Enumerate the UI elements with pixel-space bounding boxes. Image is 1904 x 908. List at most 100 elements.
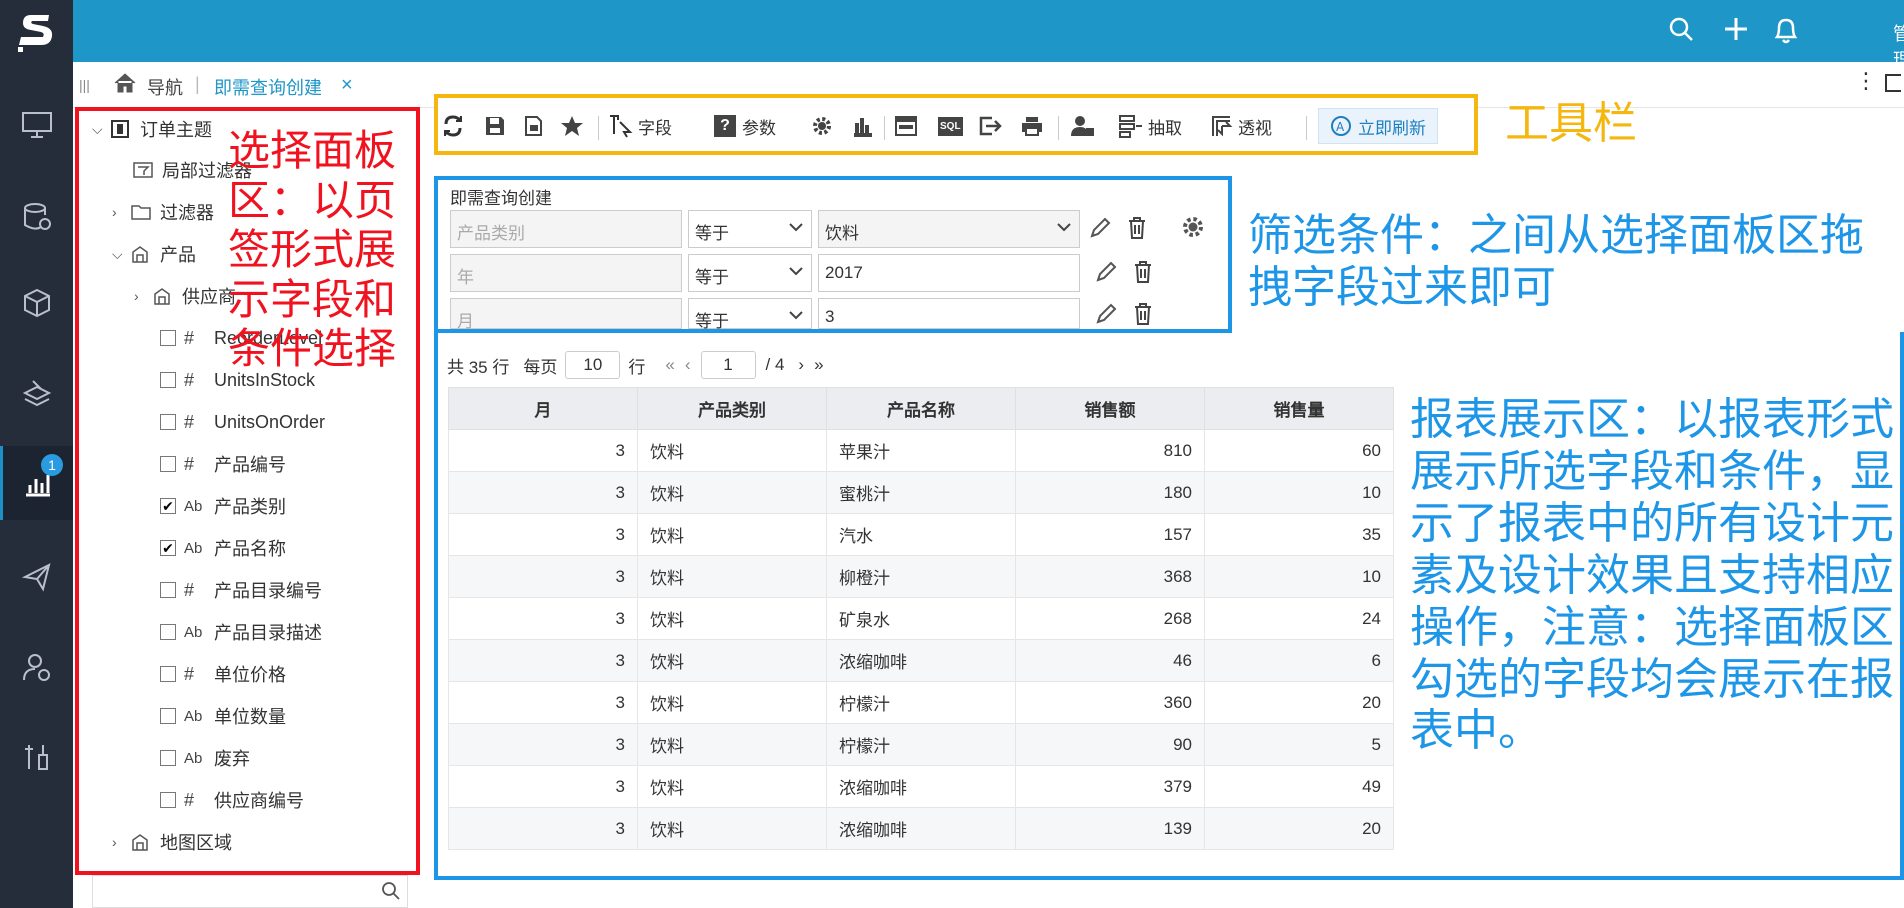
extract-button[interactable]: 抽取 — [1118, 112, 1182, 140]
chevron-right-icon[interactable]: › — [112, 834, 130, 850]
per-page-input[interactable]: 10 — [565, 351, 621, 379]
field-item[interactable]: # 单位价格 — [160, 654, 286, 694]
table-row[interactable]: 3 饮料 浓缩咖啡 379 49 — [448, 765, 1394, 808]
refresh-now-button[interactable]: A 立即刷新 — [1318, 108, 1438, 144]
column-header[interactable]: 销售额 — [1015, 387, 1205, 430]
favorite-icon[interactable] — [560, 112, 584, 140]
filter-settings-icon[interactable] — [1180, 214, 1206, 240]
edit-icon[interactable] — [1088, 216, 1114, 242]
send-icon[interactable] — [0, 540, 73, 614]
filter-value-input[interactable]: 2017 — [818, 254, 1080, 292]
layers-icon[interactable] — [0, 356, 73, 430]
table-row[interactable]: 3 饮料 浓缩咖啡 139 20 — [448, 807, 1394, 850]
menu-toggle-icon[interactable]: ||| — [79, 77, 90, 93]
table-row[interactable]: 3 饮料 柠檬汁 90 5 — [448, 723, 1394, 766]
chevron-down-icon[interactable] — [787, 218, 805, 241]
cube-icon[interactable] — [0, 266, 73, 340]
app-logo[interactable] — [0, 0, 73, 62]
filter-operator-select[interactable]: 等于 — [688, 254, 812, 292]
tree-node-product[interactable]: ⌵ 产品 — [112, 234, 196, 274]
save-icon[interactable] — [484, 112, 506, 140]
param-button[interactable]: ? 参数 — [714, 112, 776, 140]
permission-icon[interactable] — [1070, 112, 1096, 140]
table-row[interactable]: 3 饮料 苹果汁 810 60 — [448, 429, 1394, 472]
search-icon[interactable] — [1668, 16, 1694, 47]
field-item[interactable]: ✔ Ab 产品类别 — [160, 486, 286, 526]
field-checkbox[interactable] — [160, 330, 176, 346]
bell-icon[interactable] — [1773, 16, 1799, 49]
delete-icon[interactable] — [1126, 216, 1152, 242]
refresh-icon[interactable] — [442, 112, 464, 140]
column-header[interactable]: 销售量 — [1204, 387, 1394, 430]
monitor-icon[interactable] — [0, 88, 73, 162]
gear-icon[interactable] — [810, 112, 834, 140]
delete-icon[interactable] — [1132, 302, 1158, 328]
maximize-icon[interactable] — [1885, 74, 1901, 92]
prev-page-icon[interactable]: ‹ — [685, 355, 691, 375]
chevron-down-icon[interactable] — [787, 262, 805, 285]
pivot-button[interactable]: 透视 — [1210, 112, 1272, 140]
sql-icon[interactable]: SQL — [938, 112, 963, 140]
edit-icon[interactable] — [1094, 302, 1120, 328]
table-row[interactable]: 3 饮料 蜜桃汁 180 10 — [448, 471, 1394, 514]
chevron-down-icon[interactable] — [787, 306, 805, 329]
chevron-right-icon[interactable]: › — [112, 204, 130, 220]
field-search-input[interactable] — [92, 875, 408, 908]
save-as-icon[interactable] — [522, 112, 544, 140]
chevron-down-icon[interactable]: ⌵ — [112, 246, 130, 263]
last-page-icon[interactable]: » — [814, 355, 823, 375]
add-icon[interactable] — [1723, 16, 1749, 47]
first-page-icon[interactable]: « — [665, 355, 674, 375]
filter-value-select[interactable]: 饮料 — [818, 210, 1080, 248]
field-item[interactable]: # 产品编号 — [160, 444, 286, 484]
tree-node-order-topic[interactable]: ⌵ 订单主题 — [92, 109, 212, 149]
chart-icon[interactable] — [852, 112, 874, 140]
field-checkbox[interactable] — [160, 414, 176, 430]
print-icon[interactable] — [1020, 112, 1044, 140]
field-checkbox[interactable] — [160, 582, 176, 598]
field-checkbox[interactable] — [160, 666, 176, 682]
export-icon[interactable] — [978, 112, 1002, 140]
field-checkbox[interactable] — [160, 750, 176, 766]
field-checkbox[interactable] — [160, 792, 176, 808]
field-item[interactable]: # 供应商编号 — [160, 780, 304, 820]
field-checkbox[interactable] — [160, 624, 176, 640]
column-header[interactable]: 产品名称 — [826, 387, 1016, 430]
tools-icon[interactable] — [0, 720, 73, 794]
field-button[interactable]: 字段 — [608, 112, 672, 140]
filter-field[interactable]: 月 — [450, 298, 682, 331]
field-checkbox[interactable] — [160, 372, 176, 388]
database-settings-icon[interactable] — [0, 180, 73, 254]
filter-operator-select[interactable]: 等于 — [688, 210, 812, 248]
table-row[interactable]: 3 饮料 矿泉水 268 24 — [448, 597, 1394, 640]
home-icon[interactable] — [113, 72, 137, 99]
user-settings-icon[interactable] — [0, 630, 73, 704]
chevron-down-icon[interactable]: ⌵ — [92, 121, 110, 138]
chevron-down-icon[interactable] — [1055, 218, 1073, 241]
field-item[interactable]: # 产品目录编号 — [160, 570, 322, 610]
column-header[interactable]: 月 — [448, 387, 638, 430]
nav-tab[interactable]: 导航 — [147, 74, 183, 100]
edit-icon[interactable] — [1094, 260, 1120, 286]
tree-node-filters[interactable]: › 过滤器 — [112, 192, 214, 232]
filter-value-input[interactable]: 3 — [818, 298, 1080, 329]
layout-icon[interactable] — [894, 112, 918, 140]
field-item[interactable]: Ab 废弃 — [160, 738, 250, 778]
analysis-icon[interactable]: 1 — [0, 446, 73, 520]
field-item[interactable]: Ab 产品目录描述 — [160, 612, 322, 652]
search-icon[interactable] — [381, 881, 401, 906]
field-checkbox[interactable]: ✔ — [160, 540, 176, 556]
chevron-right-icon[interactable]: › — [134, 288, 152, 304]
filter-operator-select[interactable]: 等于 — [688, 298, 812, 331]
field-item[interactable]: Ab 单位数量 — [160, 696, 286, 736]
tab-ad-hoc-query[interactable]: 即需查询创建 — [214, 74, 322, 100]
column-header[interactable]: 产品类别 — [637, 387, 827, 430]
next-page-icon[interactable]: › — [798, 355, 804, 375]
field-checkbox[interactable] — [160, 456, 176, 472]
field-checkbox[interactable] — [160, 708, 176, 724]
table-row[interactable]: 3 饮料 汽水 157 35 — [448, 513, 1394, 556]
close-tab-icon[interactable]: × — [341, 74, 353, 97]
more-icon[interactable]: ⋮ — [1855, 68, 1877, 94]
table-row[interactable]: 3 饮料 柳橙汁 368 10 — [448, 555, 1394, 598]
tree-node-geo[interactable]: › 地图区域 — [112, 822, 232, 862]
